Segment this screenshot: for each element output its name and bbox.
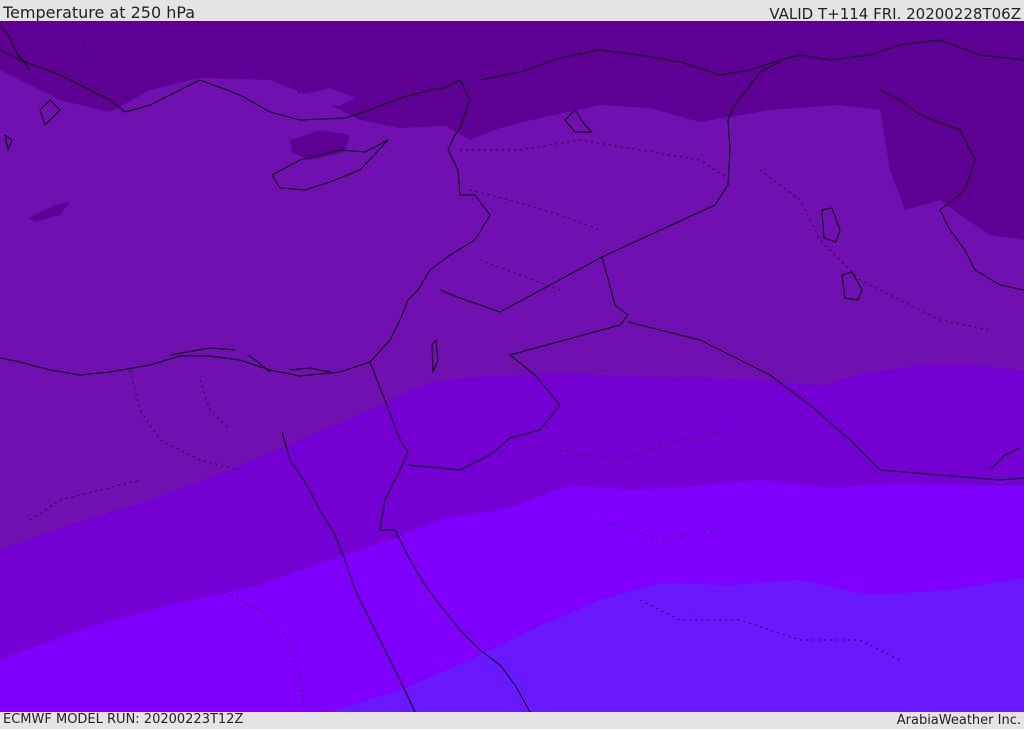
header-bar: Temperature at 250 hPa VALID T+114 FRI. … — [0, 0, 1024, 23]
credit-label: ArabiaWeather Inc. — [896, 713, 1021, 728]
map-title: Temperature at 250 hPa — [3, 3, 196, 22]
map-viewer: Temperature at 250 hPa VALID T+114 FRI. … — [0, 0, 1024, 729]
model-run-label: ECMWF MODEL RUN: 20200223T12Z — [3, 712, 244, 727]
footer-bar: ECMWF MODEL RUN: 20200223T12Z ArabiaWeat… — [0, 712, 1024, 729]
weather-map[interactable] — [0, 21, 1024, 712]
